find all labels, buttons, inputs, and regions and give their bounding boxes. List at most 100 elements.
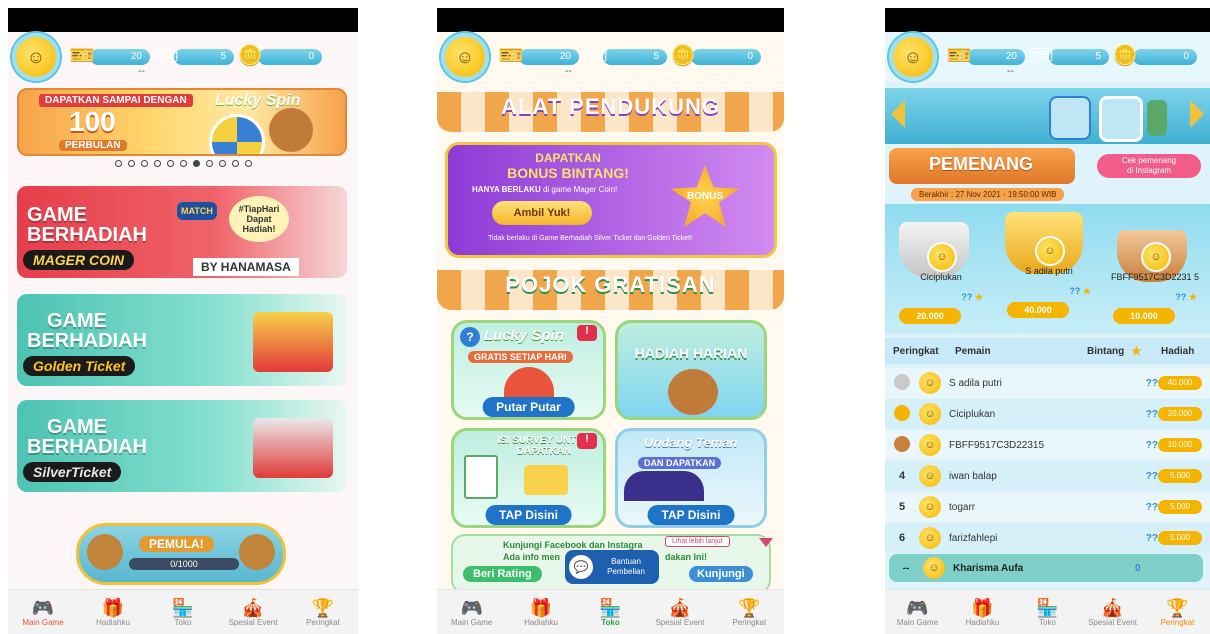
bonus-star-panel: DAPATKAN BONUS BINTANG! HANYA BERLAKU di…: [445, 142, 777, 258]
profile-avatar[interactable]: ☺: [441, 33, 489, 81]
sub-counter: --: [1007, 66, 1014, 77]
survey-tap-button[interactable]: TAP Disini: [485, 505, 572, 525]
ambil-yuk-button[interactable]: Ambil Yuk!: [492, 201, 592, 225]
nav-peringkat[interactable]: 🏆 Peringkat: [1145, 590, 1210, 634]
mager-coin-ribbon: MAGER COIN: [23, 250, 134, 270]
bonus-note-suffix: di game Mager Coin!: [542, 185, 618, 194]
nav-main-game[interactable]: 🎮 Main Game: [8, 590, 78, 634]
bottom-nav: 🎮 Main Game 🎁 Hadiahku 🏪 Toko 🎪 Spesial Even…: [885, 589, 1210, 634]
player-name: S adila putri: [949, 377, 1002, 389]
profile-avatar[interactable]: ☺: [889, 33, 937, 81]
social-text-2: Ada info men: [503, 552, 561, 562]
bear-mascot-icon: [668, 369, 718, 415]
leaderboard-row[interactable]: ☺ S adila putri?? 40.000: [885, 368, 1210, 398]
chevron-left-icon[interactable]: [891, 100, 905, 128]
bottom-nav: 🎮 Main Game 🎁 Hadiahku 🏪 Toko 🎪 Spesial Even…: [437, 589, 784, 634]
nav-toko[interactable]: 🏪 Toko: [148, 590, 218, 634]
putar-putar-button[interactable]: Putar Putar: [482, 397, 575, 417]
chevron-right-icon[interactable]: [1190, 100, 1204, 128]
hadiah-harian-tile[interactable]: HADIAH HARIAN: [615, 320, 767, 420]
survey-tile[interactable]: ISI SURVEY UNTUK DAPATKAN ! TAP Disini: [451, 428, 606, 528]
game-mager-coin-card[interactable]: GAME BERHADIAH MAGER COIN MATCH #TiapHar…: [17, 186, 347, 278]
rank-medal-icon: [885, 404, 919, 424]
nav-toko[interactable]: 🏪 Toko: [1015, 590, 1080, 634]
game-golden-ticket-card[interactable]: GAME BERHADIAH Golden Ticket: [17, 294, 347, 386]
bottom-nav: 🎮 Main Game 🎁 Hadiahku 🏪 Toko 🎪 Spesial Even…: [8, 589, 358, 634]
gamepad-icon: 🎮: [460, 597, 483, 618]
deadline-label: Berakhir : 27 Nov 2021 - 19:50:00 WIB: [911, 188, 1065, 201]
sub-counter: --: [565, 66, 572, 77]
game-thumb-3[interactable]: [1147, 100, 1167, 136]
golden-ticket-counter: 🎟 5: [153, 46, 234, 66]
screen-main-game: ☺ 🎫 20 🎟 5 🪙 0 -- DAPATKAN SAMPAI DENGAN Lu…: [8, 8, 358, 634]
coin-icon: 🪙: [1112, 45, 1138, 67]
status-bar: [437, 8, 784, 32]
winner-name: S adila putri: [1025, 266, 1073, 276]
help-icon[interactable]: ?: [460, 327, 480, 347]
status-bar: [885, 8, 1210, 32]
bonus-star-icon: BONUS: [670, 165, 740, 227]
currency-bar: ☺ 🎫 20 🎟 5 🪙 0: [885, 32, 1210, 82]
nav-hadiahku[interactable]: 🎁 Hadiahku: [950, 590, 1015, 634]
card-title-2: BERHADIAH: [27, 436, 147, 458]
bantuan-pembelian-button[interactable]: 💬 Bantuan Pembelian: [565, 550, 659, 584]
nav-spesial-event[interactable]: 🎪 Spesial Event: [645, 590, 714, 634]
nav-main-game[interactable]: 🎮 Main Game: [437, 590, 506, 634]
player-stars: ??: [1145, 439, 1158, 451]
rank-progress-panel[interactable]: PEMULA! 0/1000: [76, 523, 286, 585]
nav-spesial-event[interactable]: 🎪 Spesial Event: [1080, 590, 1145, 634]
player-name: farizfahlepi: [949, 532, 998, 544]
golden-tickets-icon: [524, 465, 568, 495]
silver-ticket-counter: 🎫 20: [70, 46, 150, 66]
leaderboard-row[interactable]: 4 ☺ iwan balap?? 5.000: [885, 461, 1210, 491]
kunjungi-button[interactable]: Kunjungi: [689, 566, 753, 582]
profile-avatar[interactable]: ☺: [12, 33, 60, 81]
nav-spesial-event[interactable]: 🎪 Spesial Event: [218, 590, 288, 634]
player-name: FBFF9517C3D22315: [949, 439, 1045, 451]
avatar: ☺: [919, 465, 941, 487]
game-thumb-catch-2[interactable]: [1099, 96, 1143, 142]
game-selector-strip: [885, 88, 1210, 144]
golden-ticket-icon: 🎟: [153, 45, 179, 67]
nav-hadiahku[interactable]: 🎁 Hadiahku: [78, 590, 148, 634]
bear-mascot-icon: [269, 108, 313, 152]
lihat-lebih-lanjut-link[interactable]: Lihat lebih lanjut: [665, 536, 730, 547]
tile-title: HADIAH HARIAN: [634, 345, 748, 361]
nav-peringkat[interactable]: 🏆 Peringkat: [288, 590, 358, 634]
nav-peringkat[interactable]: 🏆 Peringkat: [715, 590, 784, 634]
undang-teman-tile[interactable]: Undang Teman DAN DAPATKAN TAP Disini: [615, 428, 767, 528]
nav-main-game[interactable]: 🎮 Main Game: [885, 590, 950, 634]
instagram-winner-link[interactable]: Cek pemenang di Instagram: [1097, 154, 1201, 178]
nav-hadiahku[interactable]: 🎁 Hadiahku: [506, 590, 575, 634]
beri-rating-button[interactable]: Beri Rating: [463, 566, 542, 582]
leaderboard-row[interactable]: ☺ FBFF9517C3D22315?? 10.000: [885, 430, 1210, 460]
winner-name: Ciciplukan: [920, 272, 962, 282]
golden-ticket-counter: 🎟 5: [582, 46, 667, 66]
coin-icon: 🪙: [670, 45, 696, 67]
lucky-spin-tile[interactable]: ? Lucky Spin ! GRATIS SETIAP HARI Putar …: [451, 320, 606, 420]
star-icon: ★: [974, 292, 983, 302]
leaderboard-row[interactable]: 5 ☺ togarr?? 5.000: [885, 492, 1210, 522]
game-thumb-catch-1[interactable]: [1049, 96, 1091, 140]
gamepad-icon: 🎮: [31, 597, 55, 618]
leaderboard-row[interactable]: 6 ☺ farizfahlepi?? 5.000: [885, 523, 1210, 553]
social-text-3: dakan Ini!: [665, 552, 708, 562]
undang-tap-button[interactable]: TAP Disini: [647, 505, 735, 525]
winner-prize: 10.000: [1113, 308, 1175, 324]
gift-icon: 🎁: [101, 597, 125, 618]
player-prize: 5.000: [1158, 500, 1202, 514]
lucky-spin-promo-banner[interactable]: DAPATKAN SAMPAI DENGAN Lucky Spin 100 PE…: [17, 88, 347, 156]
currency-bar: ☺ 🎫 20 🎟 5 🪙 0: [8, 32, 358, 82]
rank-number: 5: [898, 501, 906, 513]
game-silver-ticket-card[interactable]: GAME BERHADIAH SilverTicket: [17, 400, 347, 492]
avatar: ☺: [923, 557, 945, 579]
carousel-dots[interactable]: [8, 160, 358, 167]
winner-stars: ??: [961, 292, 973, 302]
golden-ticket-gift-icon: [253, 312, 333, 372]
avatar: ☺: [1035, 236, 1065, 266]
spin-wheel-icon: [504, 367, 554, 397]
nav-toko[interactable]: 🏪 Toko: [576, 590, 645, 634]
rank-badge-left-icon: [87, 534, 123, 570]
leaderboard-row[interactable]: ☺ Ciciplukan?? 20.000: [885, 399, 1210, 429]
chevron-down-icon[interactable]: [759, 538, 773, 547]
